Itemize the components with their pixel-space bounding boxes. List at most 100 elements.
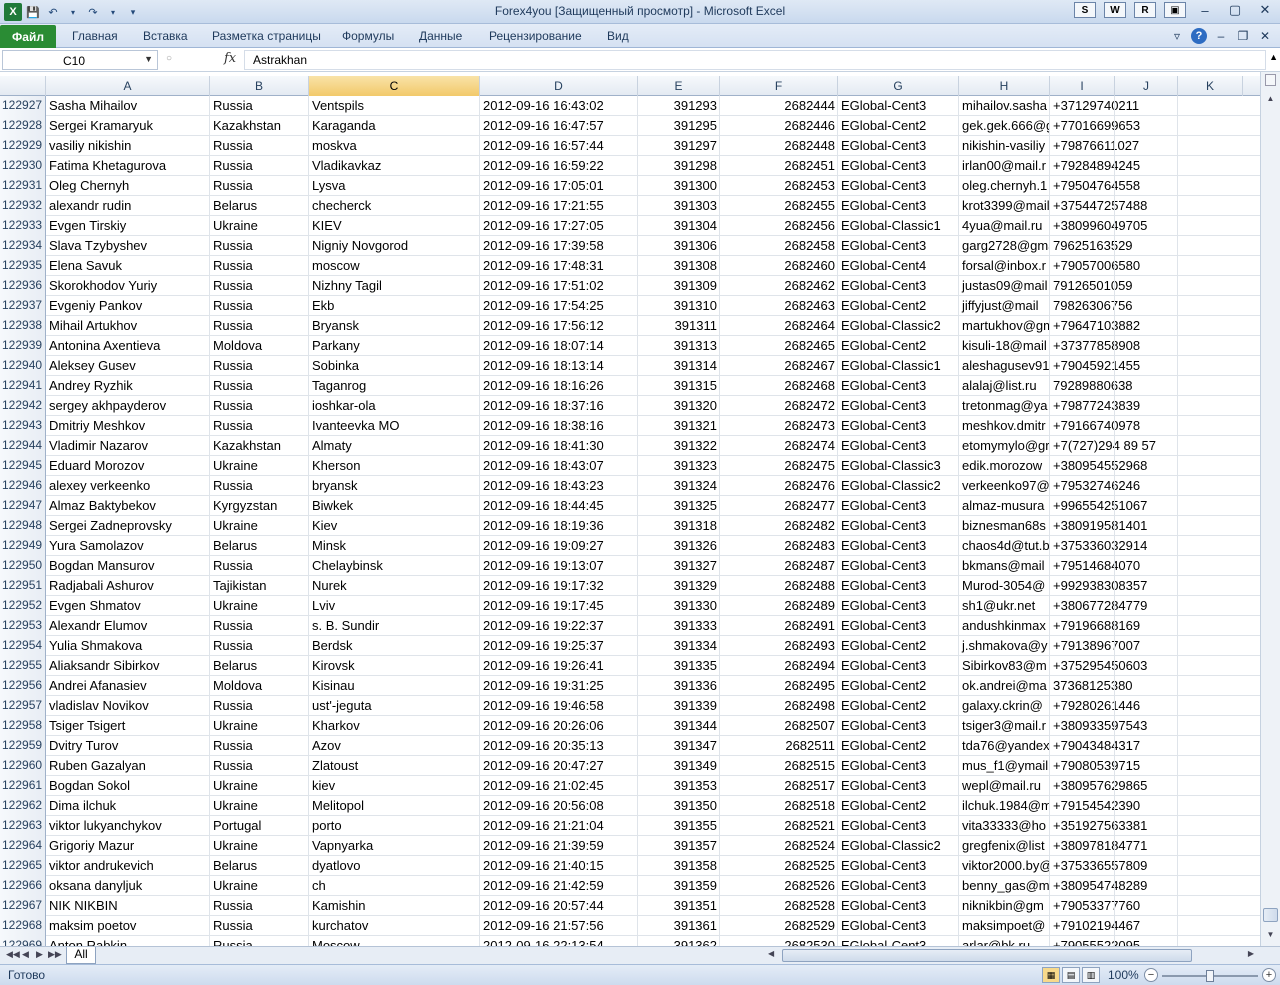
cell-g[interactable]: EGlobal-Cent3	[838, 596, 959, 616]
side-window-r[interactable]: R	[1134, 2, 1156, 18]
cell-d[interactable]: 2012-09-16 19:13:07	[480, 556, 638, 576]
cell-a[interactable]: Sasha Mihailov	[46, 96, 210, 116]
cell-f[interactable]: 2682473	[720, 416, 838, 436]
cell-d[interactable]: 2012-09-16 18:19:36	[480, 516, 638, 536]
cell-e[interactable]: 391350	[638, 796, 720, 816]
prev-sheet-icon[interactable]: ◀	[22, 949, 29, 960]
cell-b[interactable]: Kazakhstan	[210, 116, 309, 136]
cell-b[interactable]: Russia	[210, 236, 309, 256]
cell-b[interactable]: Russia	[210, 416, 309, 436]
cell-g[interactable]: EGlobal-Cent3	[838, 756, 959, 776]
tab-file[interactable]: Файл	[0, 25, 56, 48]
cell-b[interactable]: Russia	[210, 96, 309, 116]
cell-g[interactable]: EGlobal-Cent3	[838, 776, 959, 796]
cell-c[interactable]: Kamishin	[309, 896, 480, 916]
cell-h[interactable]: kisuli-18@mail	[959, 336, 1050, 356]
cell-b[interactable]: Ukraine	[210, 516, 309, 536]
row-header[interactable]: 122957	[0, 696, 46, 716]
cell-d[interactable]: 2012-09-16 19:17:32	[480, 576, 638, 596]
cell-c[interactable]: Nizhny Tagil	[309, 276, 480, 296]
cell-g[interactable]: EGlobal-Cent3	[838, 496, 959, 516]
cell-b[interactable]: Kyrgyzstan	[210, 496, 309, 516]
scroll-down-icon[interactable]: ▼	[1263, 928, 1278, 942]
cell-c[interactable]: Lysva	[309, 176, 480, 196]
cell-g[interactable]: EGlobal-Cent2	[838, 696, 959, 716]
first-sheet-icon[interactable]: ◀◀	[6, 949, 20, 960]
cell-g[interactable]: EGlobal-Cent2	[838, 636, 959, 656]
cell-e[interactable]: 391313	[638, 336, 720, 356]
cell-c[interactable]: moscow	[309, 256, 480, 276]
cell-b[interactable]: Russia	[210, 916, 309, 936]
cell-f[interactable]: 2682518	[720, 796, 838, 816]
row-header[interactable]: 122945	[0, 456, 46, 476]
cell-d[interactable]: 2012-09-16 19:22:37	[480, 616, 638, 636]
cell-a[interactable]: vasiliy nikishin	[46, 136, 210, 156]
cell-b[interactable]: Russia	[210, 756, 309, 776]
cell-e[interactable]: 391333	[638, 616, 720, 636]
cell-c[interactable]: Chelaybinsk	[309, 556, 480, 576]
cell-d[interactable]: 2012-09-16 20:56:08	[480, 796, 638, 816]
cell-d[interactable]: 2012-09-16 18:07:14	[480, 336, 638, 356]
cell-c[interactable]: Berdsk	[309, 636, 480, 656]
row-header[interactable]: 122958	[0, 716, 46, 736]
cell-f[interactable]: 2682511	[720, 736, 838, 756]
row-header[interactable]: 122967	[0, 896, 46, 916]
cell-f[interactable]: 2682467	[720, 356, 838, 376]
row-header[interactable]: 122942	[0, 396, 46, 416]
cell-e[interactable]: 391349	[638, 756, 720, 776]
cell-h[interactable]: nikishin-vasiliy	[959, 136, 1050, 156]
row-header[interactable]: 122959	[0, 736, 46, 756]
row-header[interactable]: 122946	[0, 476, 46, 496]
cell-a[interactable]: Yura Samolazov	[46, 536, 210, 556]
cell-a[interactable]: Skorokhodov Yuriy	[46, 276, 210, 296]
cell-d[interactable]: 2012-09-16 17:54:25	[480, 296, 638, 316]
cell-f[interactable]: 2682448	[720, 136, 838, 156]
cell-e[interactable]: 391297	[638, 136, 720, 156]
sheet-tab-all[interactable]: All	[66, 947, 96, 964]
cell-c[interactable]: porto	[309, 816, 480, 836]
row-header[interactable]: 122943	[0, 416, 46, 436]
cell-b[interactable]: Russia	[210, 276, 309, 296]
cell-e[interactable]: 391320	[638, 396, 720, 416]
cell-c[interactable]: Kharkov	[309, 716, 480, 736]
row-header[interactable]: 122968	[0, 916, 46, 936]
cell-b[interactable]: Russia	[210, 396, 309, 416]
cell-f[interactable]: 2682517	[720, 776, 838, 796]
cell-a[interactable]: Dvitry Turov	[46, 736, 210, 756]
cell-f[interactable]: 2682483	[720, 536, 838, 556]
cell-d[interactable]: 2012-09-16 18:16:26	[480, 376, 638, 396]
cell-f[interactable]: 2682468	[720, 376, 838, 396]
cell-a[interactable]: Yulia Shmakova	[46, 636, 210, 656]
cell-g[interactable]: EGlobal-Cent2	[838, 296, 959, 316]
cell-e[interactable]: 391339	[638, 696, 720, 716]
tab-insert[interactable]: Вставка	[143, 29, 188, 43]
cell-a[interactable]: Eduard Morozov	[46, 456, 210, 476]
cell-f[interactable]: 2682526	[720, 876, 838, 896]
cell-h[interactable]: mihailov.sasha	[959, 96, 1050, 116]
cell-e[interactable]: 391344	[638, 716, 720, 736]
cell-d[interactable]: 2012-09-16 19:46:58	[480, 696, 638, 716]
cell-b[interactable]: Russia	[210, 316, 309, 336]
cell-h[interactable]: meshkov.dmitr	[959, 416, 1050, 436]
cell-c[interactable]: Ekb	[309, 296, 480, 316]
cell-f[interactable]: 2682491	[720, 616, 838, 636]
cell-f[interactable]: 2682458	[720, 236, 838, 256]
row-header[interactable]: 122933	[0, 216, 46, 236]
cell-c[interactable]: ioshkar-ola	[309, 396, 480, 416]
cell-g[interactable]: EGlobal-Cent3	[838, 176, 959, 196]
cell-d[interactable]: 2012-09-16 17:21:55	[480, 196, 638, 216]
cell-e[interactable]: 391300	[638, 176, 720, 196]
row-header[interactable]: 122939	[0, 336, 46, 356]
cell-c[interactable]: bryansk	[309, 476, 480, 496]
cell-c[interactable]: Sobinka	[309, 356, 480, 376]
cell-h[interactable]: andushkinmax	[959, 616, 1050, 636]
cell-c[interactable]: Melitopol	[309, 796, 480, 816]
cell-d[interactable]: 2012-09-16 20:47:27	[480, 756, 638, 776]
cell-g[interactable]: EGlobal-Cent3	[838, 136, 959, 156]
row-header[interactable]: 122929	[0, 136, 46, 156]
cell-e[interactable]: 391351	[638, 896, 720, 916]
cell-b[interactable]: Tajikistan	[210, 576, 309, 596]
column-header-j[interactable]: J	[1115, 76, 1178, 96]
cell-a[interactable]: Aleksey Gusev	[46, 356, 210, 376]
cell-b[interactable]: Ukraine	[210, 716, 309, 736]
